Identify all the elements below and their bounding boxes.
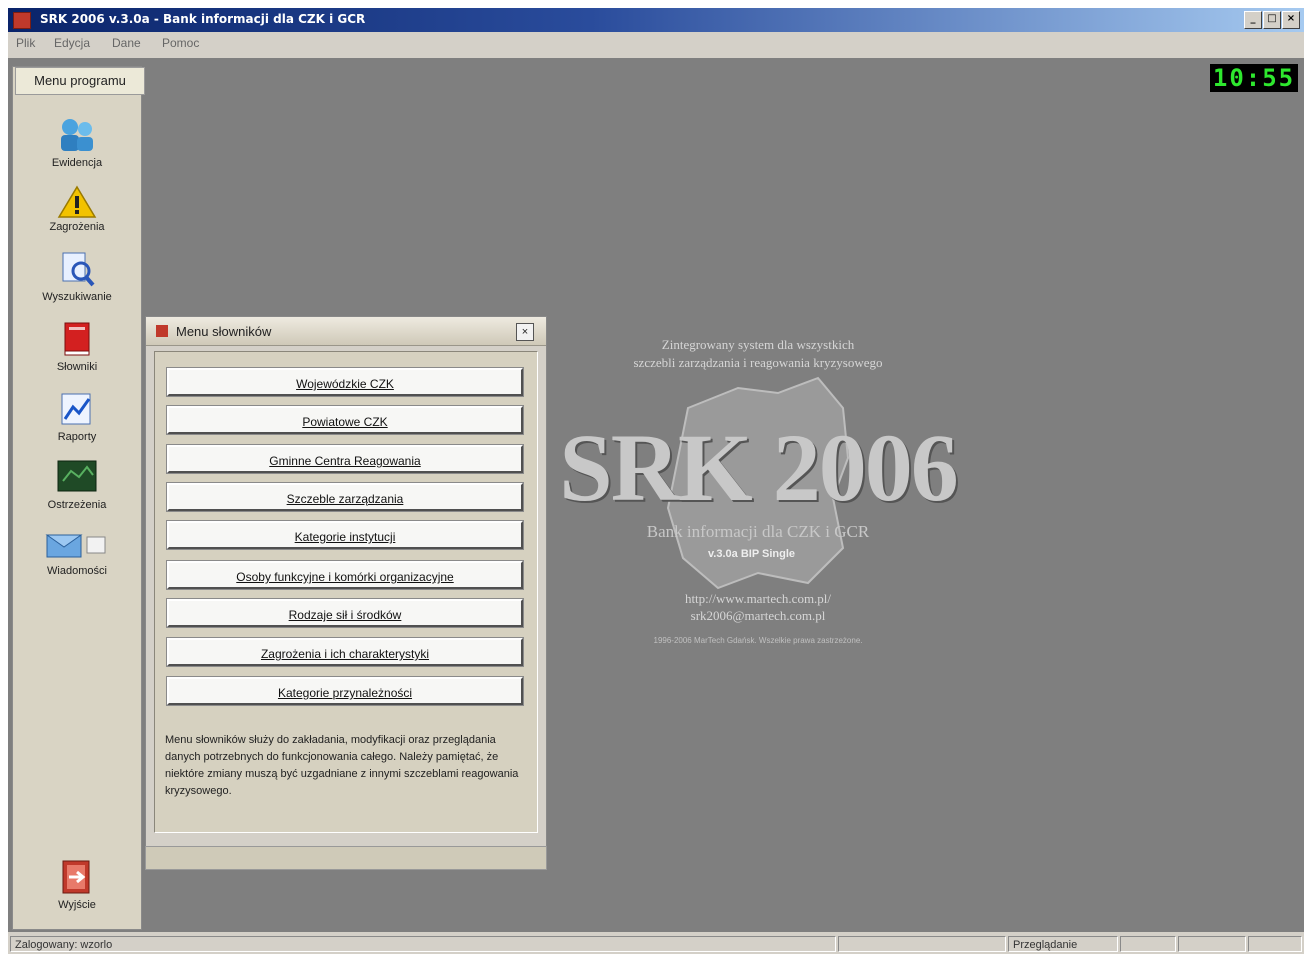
dict-button-powiatowe-czk[interactable]: Powiatowe CZK — [166, 405, 524, 435]
search-icon — [62, 252, 95, 287]
exit-icon — [62, 860, 90, 894]
sidebar-item-ostrzezenia[interactable]: Ostrzeżenia — [13, 457, 141, 511]
menu-data[interactable]: Dane — [112, 36, 141, 50]
dict-button-rodzaje-sil[interactable]: Rodzaje sił i środków — [166, 598, 524, 628]
splash-copyright: 1996-2006 MarTech Gdańsk. Wszelkie prawa… — [653, 636, 863, 645]
sidebar-item-label: Wiadomości — [47, 565, 107, 577]
splash-version: v.3.0a BIP Single — [708, 548, 796, 560]
dict-button-wojewodzkie-czk[interactable]: Wojewódzkie CZK — [166, 367, 524, 397]
sidebar-item-label: Słowniki — [56, 361, 98, 373]
splash-tagline: Zintegrowany system dla wszystkich szcze… — [548, 336, 968, 372]
status-logged-user: Zalogowany: wzorlo — [10, 936, 836, 952]
sidebar-item-label: Ostrzeżenia — [47, 499, 107, 511]
dict-button-zagrozenia[interactable]: Zagrożenia i ich charakterystyki — [166, 637, 524, 667]
splash-contact: http://www.martech.com.pl/ srk2006@marte… — [548, 590, 968, 624]
dialog-footer — [145, 846, 547, 870]
exit-button[interactable]: Wyjście — [13, 857, 141, 911]
dict-button-kategorie-instytucji[interactable]: Kategorie instytucji — [166, 520, 524, 550]
splash-url: http://www.martech.com.pl/ — [684, 591, 832, 606]
warning-icon — [57, 185, 97, 218]
minimize-button[interactable]: _ — [1244, 11, 1262, 29]
sidebar-header: Menu programu — [15, 67, 145, 95]
splash-logo-text: SRK 2006 — [559, 414, 958, 521]
status-bar: Zalogowany: wzorlo Przeglądanie — [8, 934, 1304, 954]
status-mode: Przeglądanie — [1008, 936, 1118, 952]
sidebar-item-label: Wyszukiwanie — [42, 291, 112, 303]
close-button[interactable]: × — [1282, 11, 1300, 29]
sidebar-item-ewidencja[interactable]: Ewidencja — [13, 115, 141, 169]
sidebar-item-zagrozenia[interactable]: Zagrożenia — [13, 185, 141, 233]
menu-help[interactable]: Pomoc — [162, 36, 199, 50]
window-title: SRK 2006 v.3.0a - Bank informacji dla CZ… — [40, 12, 366, 26]
dialog-title: Menu słowników — [176, 324, 272, 339]
sidebar-item-wyszukiwanie[interactable]: Wyszukiwanie — [13, 249, 141, 303]
dialog-close-button[interactable]: × — [516, 323, 534, 341]
sidebar-item-slowniki[interactable]: Słowniki — [13, 319, 141, 373]
dialog-title-bar: Menu słowników × — [146, 317, 546, 346]
chart-icon — [61, 393, 91, 425]
dict-button-kategorie-przynaleznosci[interactable]: Kategorie przynależności — [166, 676, 524, 706]
sidebar-item-label: Zagrożenia — [49, 221, 105, 233]
status-cell-empty — [1120, 936, 1176, 952]
dict-button-szczeble-zarzadzania[interactable]: Szczeble zarządzania — [166, 482, 524, 512]
splash-email: srk2006@martech.com.pl — [690, 608, 826, 623]
splash-logo-area: Zintegrowany system dla wszystkich szcze… — [548, 318, 968, 648]
dialog-icon — [156, 325, 168, 337]
splash-tagline-line2: szczebli zarządzania i reagowania kryzys… — [633, 355, 883, 370]
app-icon — [13, 12, 31, 29]
app-window: SRK 2006 v.3.0a - Bank informacji dla CZ… — [8, 8, 1304, 954]
title-bar: SRK 2006 v.3.0a - Bank informacji dla CZ… — [8, 8, 1304, 32]
dict-button-gminne-centra[interactable]: Gminne Centra Reagowania — [166, 444, 524, 474]
status-cell-empty — [1248, 936, 1302, 952]
menu-bar: Plik Edycja Dane Pomoc — [8, 32, 1304, 54]
sidebar-item-label: Raporty — [57, 431, 97, 443]
sidebar-item-raporty[interactable]: Raporty — [13, 389, 141, 443]
splash-subtitle: Bank informacji dla CZK i GCR — [646, 522, 870, 541]
exit-button-label: Wyjście — [58, 899, 96, 911]
map-icon — [57, 460, 97, 492]
sidebar-item-wiadomosci[interactable]: Wiadomości — [13, 527, 141, 577]
status-cell-empty — [838, 936, 1006, 952]
maximize-button[interactable]: □ — [1263, 11, 1281, 29]
sidebar-item-label: Ewidencja — [51, 157, 103, 169]
message-icon — [45, 534, 106, 558]
clock-display: 10:55 — [1210, 64, 1298, 92]
splash-tagline-line1: Zintegrowany system dla wszystkich — [661, 337, 855, 352]
dialog-description: Menu słowników służy do zakładania, mody… — [165, 734, 519, 797]
program-menu-sidebar: Menu programu Ewidencja Zagrożenia Wyszu… — [12, 66, 145, 930]
menu-edit[interactable]: Edycja — [54, 36, 90, 50]
people-icon — [61, 119, 93, 151]
status-cell-empty — [1178, 936, 1246, 952]
dialog-panel: Wojewódzkie CZK Powiatowe CZK Gminne Cen… — [154, 351, 538, 833]
dictionary-menu-dialog: Menu słowników × Wojewódzkie CZK Powiato… — [145, 316, 547, 848]
menu-file[interactable]: Plik — [16, 36, 35, 50]
dict-button-osoby-funkcyjne[interactable]: Osoby funkcyjne i komórki organizacyjne — [166, 560, 524, 590]
book-icon — [64, 322, 90, 356]
